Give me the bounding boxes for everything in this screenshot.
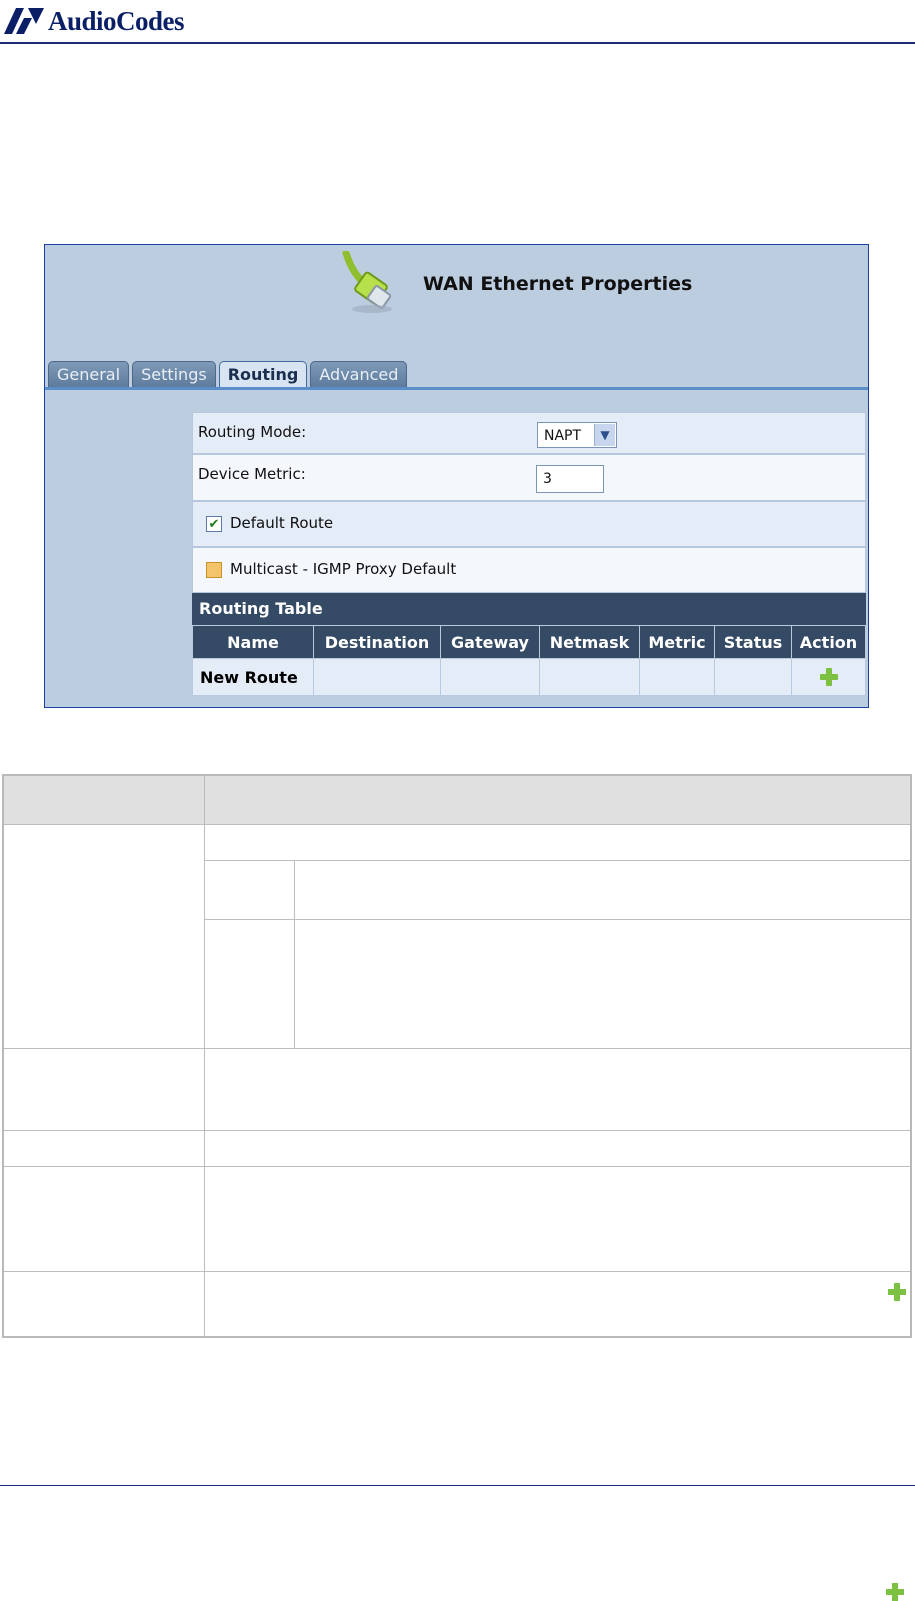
add-icon xyxy=(888,1283,906,1301)
page-title: WAN Ethernet Properties xyxy=(423,273,693,295)
cell-netmask xyxy=(539,658,640,696)
ethernet-cable-icon xyxy=(342,251,392,313)
table-rule xyxy=(4,1048,910,1049)
table-rule xyxy=(204,860,910,861)
cell-action xyxy=(791,658,866,696)
routing-mode-label: Routing Mode: xyxy=(198,423,307,441)
tab-routing[interactable]: Routing xyxy=(218,361,308,387)
default-route-label: Default Route xyxy=(230,514,334,532)
cell-destination xyxy=(313,658,441,696)
tab-underline xyxy=(45,387,868,390)
new-route-link[interactable]: New Route xyxy=(192,658,314,696)
col-destination: Destination xyxy=(313,625,441,659)
cell-status xyxy=(714,658,792,696)
col-action: Action xyxy=(791,625,866,659)
routing-table-header: Name Destination Gateway Netmask Metric … xyxy=(192,625,866,659)
logo-mark-icon xyxy=(4,8,44,34)
default-route-row: ✔ Default Route xyxy=(192,501,866,547)
cell-metric xyxy=(639,658,715,696)
device-metric-label: Device Metric: xyxy=(198,465,306,483)
routing-mode-value: NAPT xyxy=(544,428,582,444)
tab-advanced[interactable]: Advanced xyxy=(310,361,408,387)
table-rule xyxy=(204,919,910,920)
multicast-checkbox[interactable] xyxy=(206,562,222,578)
tab-general[interactable]: General xyxy=(48,361,130,387)
add-icon-doc xyxy=(886,1583,904,1601)
table-row: New Route xyxy=(192,658,866,696)
col-name: Name xyxy=(192,625,314,659)
table-rule xyxy=(4,1166,910,1167)
header-rule xyxy=(0,42,915,44)
default-route-checkbox[interactable]: ✔ xyxy=(206,516,222,532)
wan-ethernet-screenshot: WAN Ethernet Properties General Settings… xyxy=(44,244,869,708)
footer-rule xyxy=(0,1485,915,1486)
routing-mode-select[interactable]: NAPT ▼ xyxy=(537,422,617,448)
chevron-down-icon[interactable]: ▼ xyxy=(594,424,615,446)
brand-name: AudioCodes xyxy=(48,5,185,36)
cell-gateway xyxy=(440,658,540,696)
parameter-table xyxy=(2,774,912,1338)
tab-bar: General Settings Routing Advanced xyxy=(48,361,408,388)
routing-mode-row: Routing Mode: NAPT ▼ xyxy=(192,412,866,454)
table-column-divider xyxy=(294,860,295,1048)
routing-table: Name Destination Gateway Netmask Metric … xyxy=(192,625,866,696)
col-metric: Metric xyxy=(639,625,715,659)
audiocodes-logo: AudioCodes xyxy=(2,4,185,38)
table-rule xyxy=(4,1130,910,1131)
table-rule xyxy=(4,824,910,825)
col-gateway: Gateway xyxy=(440,625,540,659)
col-netmask: Netmask xyxy=(539,625,640,659)
multicast-row: Multicast - IGMP Proxy Default xyxy=(192,547,866,593)
multicast-label: Multicast - IGMP Proxy Default xyxy=(230,560,457,578)
parameter-table-header xyxy=(4,776,910,824)
col-status: Status xyxy=(714,625,792,659)
add-icon[interactable] xyxy=(819,668,838,686)
device-metric-row: Device Metric: 3 xyxy=(192,454,866,501)
routing-table-title: Routing Table xyxy=(192,593,866,625)
table-rule xyxy=(4,1271,910,1272)
tab-settings[interactable]: Settings xyxy=(132,361,216,387)
device-metric-input[interactable]: 3 xyxy=(536,465,604,493)
routing-panel: Routing Mode: NAPT ▼ Device Metric: 3 ✔ … xyxy=(192,412,866,696)
